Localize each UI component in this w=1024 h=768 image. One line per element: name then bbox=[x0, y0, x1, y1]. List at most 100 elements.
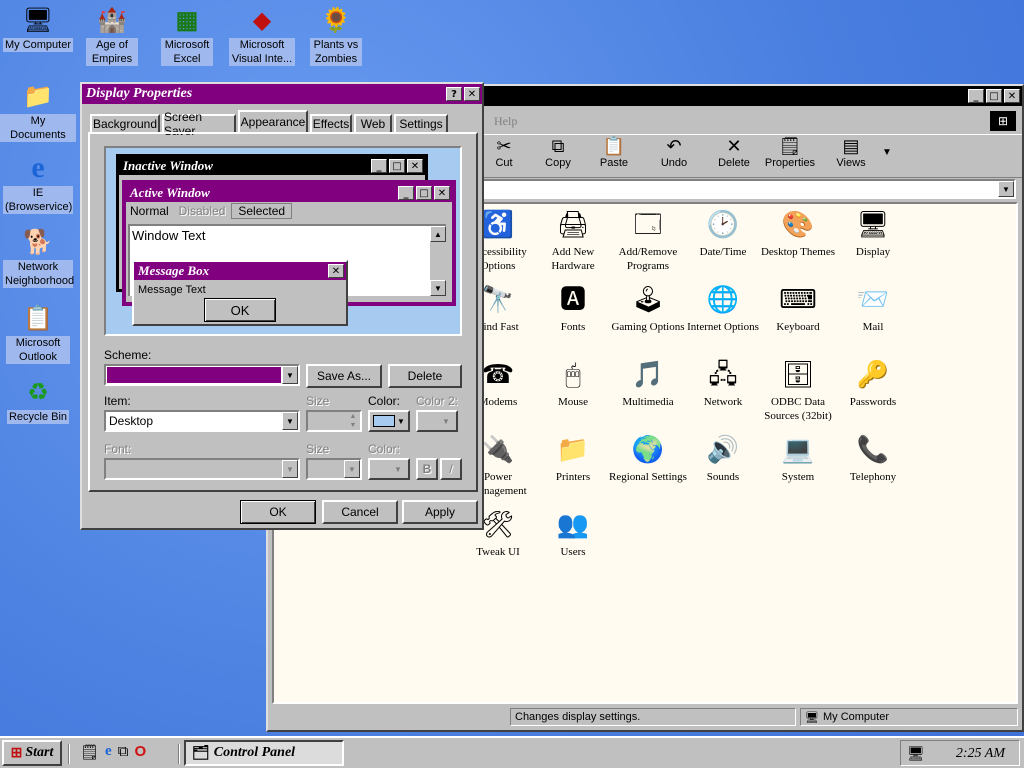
cp-item-multimedia[interactable]: 🎵 Multimedia bbox=[608, 358, 688, 409]
cp-item-passwords[interactable]: 🔑 Passwords bbox=[833, 358, 913, 409]
address-input[interactable]: ▼ bbox=[478, 179, 1016, 199]
cp-item-system[interactable]: 💻 System bbox=[758, 433, 838, 484]
desktop-icon-outlook[interactable]: 📋 Microsoft Outlook bbox=[0, 302, 76, 364]
menu-help[interactable]: Help bbox=[494, 114, 517, 129]
cp-item-fonts[interactable]: 🅰 Fonts bbox=[533, 283, 613, 334]
views-button[interactable]: ▤ Views bbox=[821, 135, 881, 169]
cp-item-odbc-data-sources-32bit[interactable]: 🗄 ODBC Data Sources (32bit) bbox=[758, 358, 838, 423]
undo-button[interactable]: ↶ Undo bbox=[644, 135, 704, 169]
appearance-panel: Inactive Window _ □ ✕ Active Window _ □ ✕ No… bbox=[88, 132, 478, 492]
font-color-label: Color: bbox=[368, 442, 401, 456]
tab-screen-saver[interactable]: Screen Saver bbox=[162, 110, 236, 138]
item-color-button[interactable]: ▼ bbox=[368, 410, 410, 432]
desktop-icon-recycle-bin[interactable]: ♻ Recycle Bin bbox=[0, 376, 76, 424]
visual-interdev-icon: ◆ bbox=[252, 6, 272, 34]
tab-settings[interactable]: Settings bbox=[394, 114, 448, 132]
cp-item-network[interactable]: 🖧 Network bbox=[683, 358, 763, 409]
opera-icon[interactable]: O bbox=[134, 743, 146, 761]
cp-item-internet-options[interactable]: 🌐 Internet Options bbox=[683, 283, 763, 334]
tab-appearance[interactable]: Appearance bbox=[238, 110, 308, 132]
preview-ok-button: OK bbox=[204, 298, 276, 322]
start-button[interactable]: ⊞ Start bbox=[2, 740, 62, 766]
tab-effects[interactable]: Effects bbox=[310, 114, 352, 132]
preview-message-box: Message Box ✕ Message Text OK bbox=[132, 260, 348, 326]
undo-icon: ↶ bbox=[666, 136, 682, 156]
item-dropdown-arrow-icon[interactable]: ▼ bbox=[282, 412, 298, 430]
dialog-titlebar[interactable]: Display Properties ? ✕ bbox=[82, 84, 482, 104]
desktop-icon-excel[interactable]: ▦ Microsoft Excel bbox=[149, 4, 225, 66]
delete-scheme-button[interactable]: Delete bbox=[388, 364, 462, 388]
find-fast-icon: 🔭 bbox=[481, 285, 515, 314]
item-color2-label: Color 2: bbox=[416, 394, 459, 408]
desktop-icon-my-documents[interactable]: 📁 My Documents bbox=[0, 80, 76, 142]
outlook-icon: 📋 bbox=[23, 304, 53, 332]
cp-item-gaming-options[interactable]: 🕹 Gaming Options bbox=[608, 283, 688, 334]
ie-icon: e bbox=[31, 151, 45, 184]
desktop-icon-age-of-empires[interactable]: 🏰 Age of Empires bbox=[74, 4, 150, 66]
users-icon: 👥 bbox=[556, 510, 590, 539]
desktop-icon-ie[interactable]: e IE (Browservice) bbox=[0, 151, 76, 214]
address-dropdown-arrow-icon[interactable]: ▼ bbox=[998, 181, 1014, 197]
desktop-icon-network-neighborhood[interactable]: 🐕 Network Neighborhood bbox=[0, 226, 76, 288]
copy-icon: ⧉ bbox=[551, 136, 565, 156]
show-desktop-icon[interactable]: 🗒 bbox=[80, 743, 99, 761]
maximize-button[interactable]: □ bbox=[986, 89, 1002, 103]
ie-icon[interactable]: e bbox=[105, 743, 112, 761]
properties-button[interactable]: 🗒 Properties bbox=[760, 135, 820, 169]
item-select[interactable]: Desktop ▼ bbox=[104, 410, 300, 432]
cp-item-sounds[interactable]: 🔊 Sounds bbox=[683, 433, 763, 484]
scheme-select[interactable]: ▼ bbox=[104, 364, 300, 386]
ok-button[interactable]: OK bbox=[240, 500, 316, 524]
font-label: Font: bbox=[104, 442, 132, 456]
cp-item-printers[interactable]: 📁 Printers bbox=[533, 433, 613, 484]
cp-item-mouse[interactable]: 🖱 Mouse bbox=[533, 358, 613, 409]
font-select: ▼ bbox=[104, 458, 300, 480]
preview-active-title: Active Window bbox=[130, 185, 210, 200]
tab-web[interactable]: Web bbox=[354, 114, 392, 132]
cp-item-regional-settings[interactable]: 🌍 Regional Settings bbox=[608, 433, 688, 484]
scheme-dropdown-arrow-icon[interactable]: ▼ bbox=[282, 366, 298, 384]
desktop-icon-plants-vs-zombies[interactable]: 🌻 Plants vs Zombies bbox=[298, 4, 374, 66]
paste-button[interactable]: 📋 Paste bbox=[584, 135, 644, 169]
tab-background[interactable]: Background bbox=[90, 114, 160, 132]
chevron-down-icon: ▼ bbox=[282, 460, 298, 478]
cp-item-date-time[interactable]: 🕑 Date/Time bbox=[683, 208, 763, 259]
keyboard-icon: ⌨ bbox=[779, 285, 817, 314]
scheme-preview[interactable]: Inactive Window _ □ ✕ Active Window _ □ ✕ No… bbox=[104, 146, 462, 336]
cp-item-add-new-hardware[interactable]: 🖨 Add New Hardware bbox=[533, 208, 613, 273]
taskbar-item-control-panel[interactable]: 🗂 Control Panel bbox=[184, 740, 344, 766]
windows-logo-icon: ⊞ bbox=[990, 111, 1016, 131]
delete-button[interactable]: ✕ Delete bbox=[704, 135, 764, 169]
cp-item-users[interactable]: 👥 Users bbox=[533, 508, 613, 559]
cp-item-display[interactable]: 🖥 Display bbox=[833, 208, 913, 259]
desktop-icon-my-computer[interactable]: 🖥 My Computer bbox=[0, 4, 76, 52]
dialog-close-button[interactable]: ✕ bbox=[464, 87, 480, 101]
sounds-icon: 🔊 bbox=[706, 435, 740, 464]
display-settings-icon[interactable]: 🖥 bbox=[907, 745, 925, 762]
desktop-icon-visual-interdev[interactable]: ◆ Microsoft Visual Inte... bbox=[224, 4, 300, 66]
views-dropdown-arrow-icon[interactable]: ▼ bbox=[882, 147, 892, 158]
cp-item-keyboard[interactable]: ⌨ Keyboard bbox=[758, 283, 838, 334]
cp-item-add-remove-programs[interactable]: 🗔 Add/Remove Programs bbox=[608, 208, 688, 273]
status-location: 🖥 My Computer bbox=[800, 708, 1018, 726]
mouse-icon: 🖱 bbox=[565, 360, 581, 389]
cancel-button[interactable]: Cancel bbox=[322, 500, 398, 524]
stepper-arrows-icon: ▲ ▼ bbox=[349, 413, 357, 429]
chevron-down-icon: ▼ bbox=[344, 460, 360, 478]
cp-item-mail[interactable]: 📨 Mail bbox=[833, 283, 913, 334]
save-as-button[interactable]: Save As... bbox=[306, 364, 382, 388]
close-button[interactable]: ✕ bbox=[1004, 89, 1020, 103]
preview-inactive-title: Inactive Window bbox=[123, 158, 213, 173]
cp-item-telephony[interactable]: 📞 Telephony bbox=[833, 433, 913, 484]
internet-options-icon: 🌐 bbox=[706, 285, 740, 314]
age-of-empires-icon: 🏰 bbox=[97, 6, 127, 34]
bold-button: B bbox=[416, 458, 438, 480]
status-bar: Changes display settings. 🖥 My Computer bbox=[270, 706, 1020, 728]
help-button[interactable]: ? bbox=[446, 87, 462, 101]
copy-button[interactable]: ⧉ Copy bbox=[528, 135, 588, 169]
apply-button[interactable]: Apply bbox=[402, 500, 478, 524]
tab-strip: Background Screen Saver Appearance Effects W… bbox=[90, 110, 480, 138]
minimize-button[interactable]: _ bbox=[968, 89, 984, 103]
cp-item-desktop-themes[interactable]: 🎨 Desktop Themes bbox=[758, 208, 838, 259]
channels-icon[interactable]: ⧉ bbox=[118, 743, 129, 761]
